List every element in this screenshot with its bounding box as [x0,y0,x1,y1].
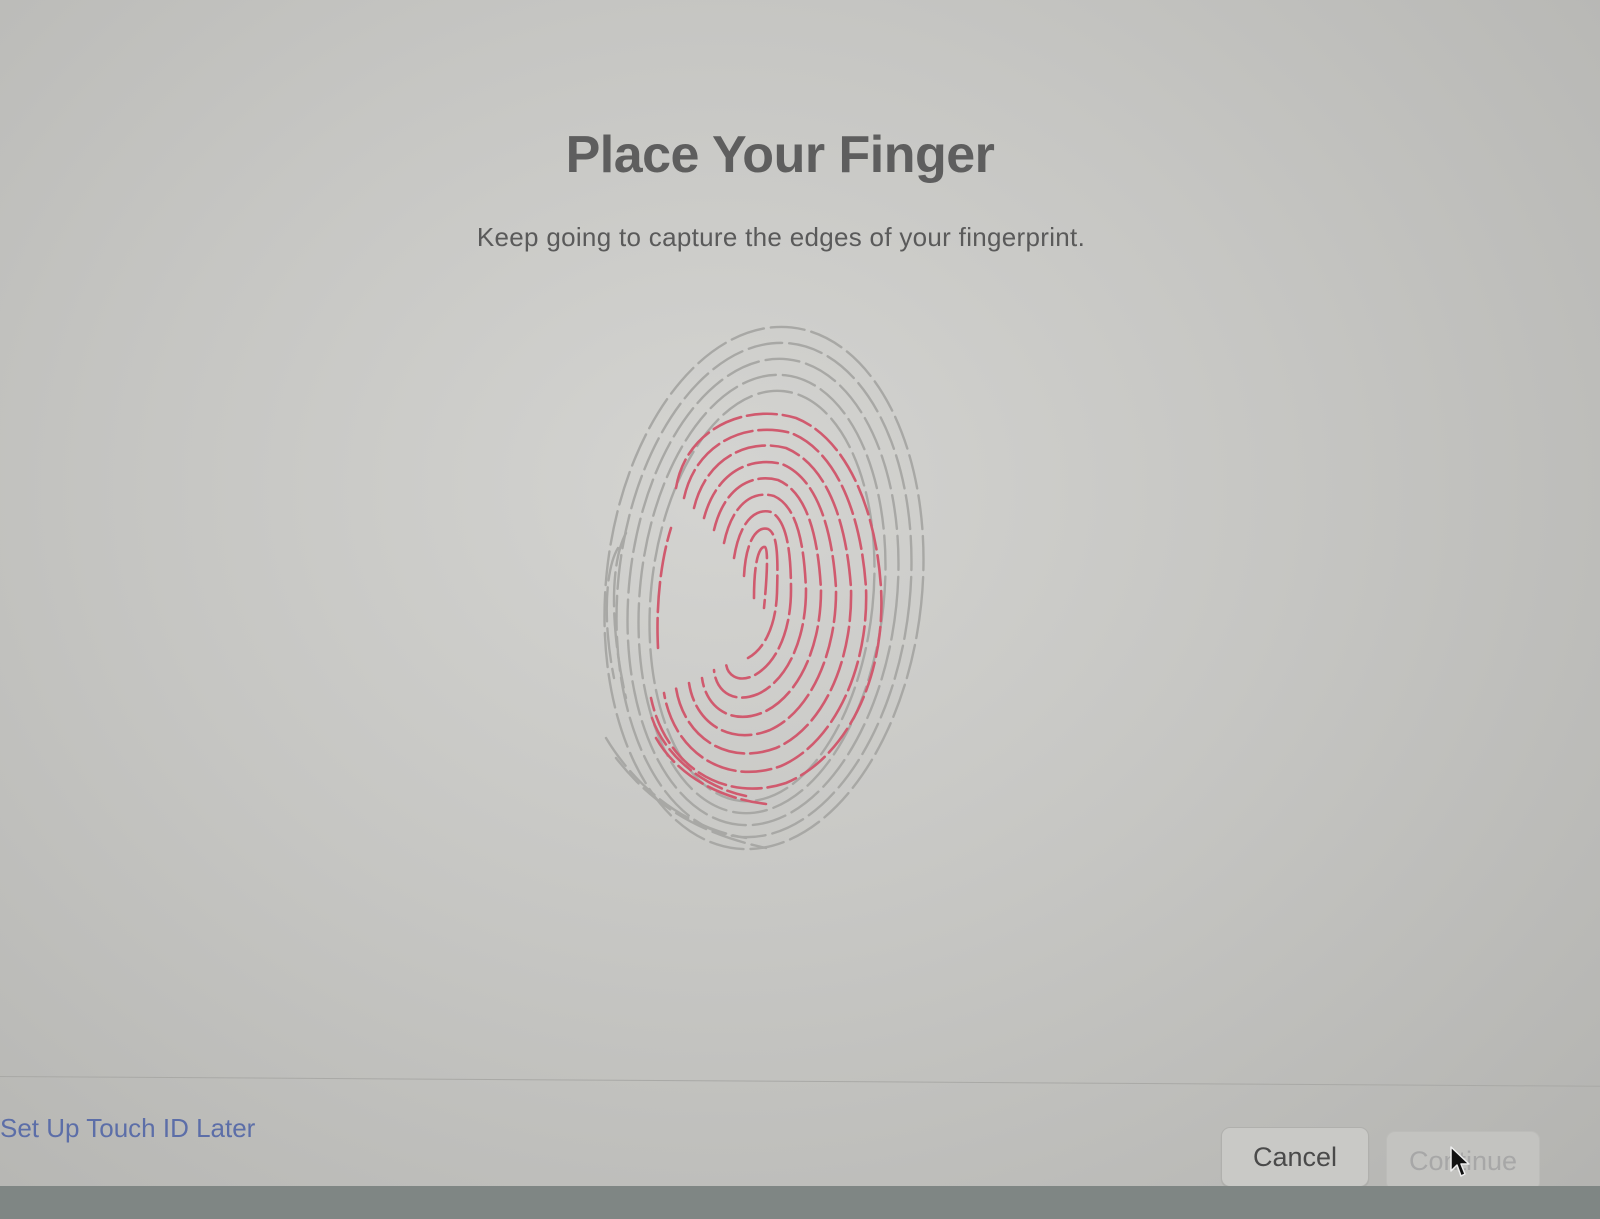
mouse-pointer-icon [1449,1145,1471,1179]
instruction-text: Keep going to capture the edges of your … [0,222,1562,253]
footer-divider [0,1076,1600,1087]
bottom-edge [0,1186,1600,1219]
set-up-later-link[interactable]: Set Up Touch ID Later [0,1113,255,1144]
page-title: Place Your Finger [0,125,1560,185]
cancel-button[interactable]: Cancel [1221,1127,1369,1187]
touch-id-setup-dialog: Place Your Finger Keep going to capture … [0,0,1600,1219]
fingerprint-icon [596,318,936,868]
